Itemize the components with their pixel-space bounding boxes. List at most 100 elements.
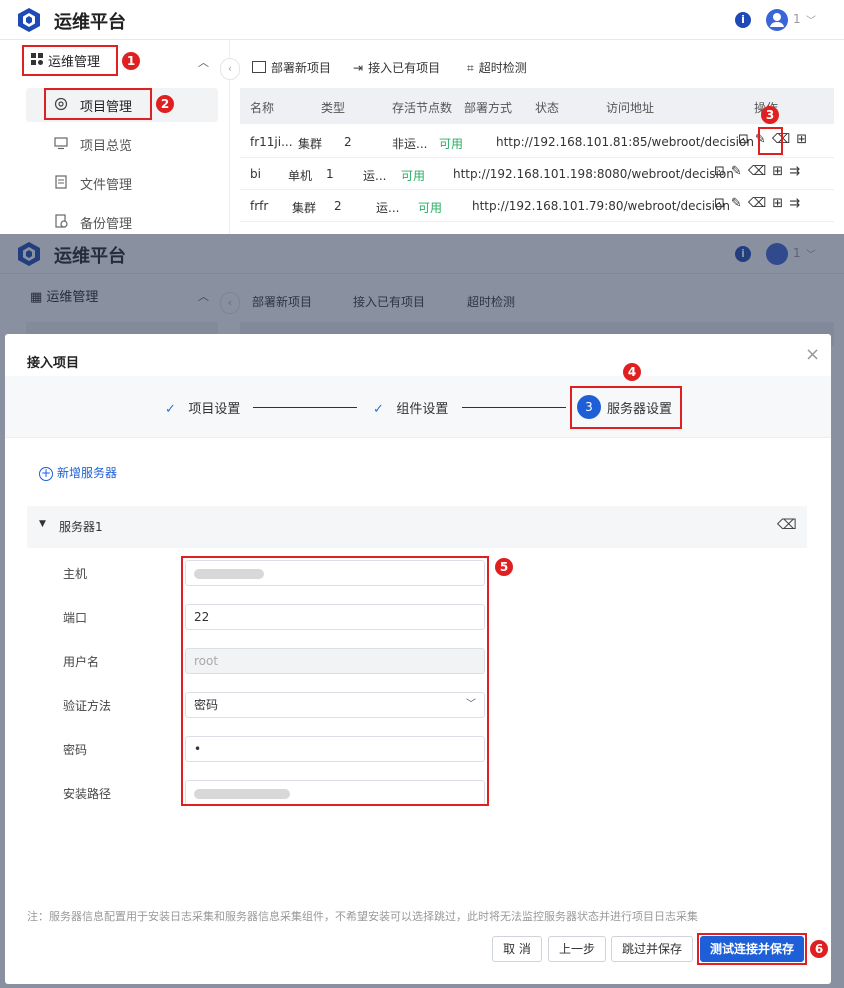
- caret-down-icon[interactable]: ▼: [39, 519, 46, 529]
- cell-type: 单机: [288, 169, 313, 183]
- cell-status: 可用: [439, 137, 464, 151]
- sidebar-item-overview[interactable]: 项目总览: [80, 135, 132, 154]
- highlight-box-4: [570, 386, 682, 429]
- cell-name[interactable]: bi: [250, 167, 261, 181]
- delete-icon[interactable]: ⌫: [748, 164, 772, 179]
- col-deploy: 部署方式: [464, 101, 513, 115]
- view-icon[interactable]: ⊡: [714, 164, 731, 179]
- edit-icon[interactable]: ✎: [731, 196, 748, 211]
- view-icon[interactable]: ⊡: [738, 132, 755, 147]
- backup-icon: [54, 214, 68, 228]
- cell-deploy: 非运...: [392, 137, 428, 151]
- table-row: fr11ji... 集群 2 非运... 可用 http://192.168.1…: [240, 126, 834, 158]
- step-badge-3: 3: [761, 106, 779, 124]
- cell-url[interactable]: http://192.168.101.198:8080/webroot/deci…: [453, 167, 734, 181]
- cancel-button[interactable]: 取 消: [492, 936, 542, 962]
- top-bar: 运维平台 i 1 ﹀: [0, 0, 844, 40]
- cell-type: 集群: [298, 137, 323, 151]
- cell-deploy: 运...: [363, 169, 387, 183]
- username-label: 用户名: [63, 655, 100, 669]
- highlight-box-5: [181, 556, 489, 806]
- cluster-icon[interactable]: ⊞: [772, 164, 789, 179]
- port-label: 端口: [63, 611, 88, 625]
- highlight-box-6: [697, 933, 807, 965]
- step-badge-6: 6: [810, 940, 828, 958]
- host-label: 主机: [63, 567, 88, 581]
- sidebar-item-backup[interactable]: 备份管理: [80, 213, 132, 232]
- user-number: 1: [793, 12, 801, 26]
- add-server-button[interactable]: + 新增服务器: [39, 464, 117, 481]
- highlight-box-3: [758, 127, 783, 155]
- sidebar-item-files[interactable]: 文件管理: [80, 174, 132, 193]
- check-icon: ✓: [165, 402, 176, 417]
- step-indicator: ✓ 项目设置 ✓ 组件设置 3 服务器设置: [5, 376, 831, 438]
- connect-icon: ⇥: [353, 61, 364, 75]
- export-icon[interactable]: ⇉: [789, 164, 806, 179]
- auth-method-label: 验证方法: [63, 699, 112, 713]
- plus-circle-icon: +: [39, 466, 53, 481]
- row-actions: ⊡✎⌫⊞⇉: [714, 196, 806, 211]
- table-header: 名称 类型 存活节点数 部署方式 状态 访问地址 操作: [240, 88, 834, 124]
- cell-name[interactable]: frfr: [250, 199, 268, 213]
- delete-icon[interactable]: ⌫: [748, 196, 772, 211]
- server-title: 服务器1: [59, 520, 103, 534]
- col-url: 访问地址: [606, 101, 655, 115]
- chevron-up-icon[interactable]: ︿: [198, 54, 209, 70]
- step-badge-1: 1: [122, 52, 140, 70]
- trash-icon[interactable]: ⌫: [777, 517, 797, 533]
- cluster-icon[interactable]: ⊞: [796, 132, 813, 147]
- step-project-settings[interactable]: ✓ 项目设置: [165, 398, 240, 417]
- chevron-down-icon[interactable]: ﹀: [806, 12, 816, 27]
- second-screenshot: 运维平台 i 1 ﹀ ▦ 运维管理 ︿ ‹ 部署新项目 接入已有项目 超时检测 …: [0, 234, 844, 988]
- col-nodes: 存活节点数: [392, 101, 453, 115]
- connect-project-dialog: 接入项目 × ✓ 项目设置 ✓ 组件设置 3 服务器设置 4 + 新增服务器 ▼ …: [5, 334, 831, 984]
- connect-existing-project-button[interactable]: ⇥ 接入已有项目: [353, 59, 440, 76]
- cell-name[interactable]: fr11ji...: [250, 135, 293, 149]
- col-type: 类型: [321, 101, 346, 115]
- col-name: 名称: [250, 101, 275, 115]
- prev-step-button[interactable]: 上一步: [548, 936, 606, 962]
- table-row: bi 单机 1 运... 可用 http://192.168.101.198:8…: [240, 158, 834, 190]
- step-badge-4: 4: [623, 363, 641, 381]
- avatar[interactable]: [766, 9, 788, 31]
- cell-status: 可用: [401, 169, 426, 183]
- step-connector: [462, 407, 566, 408]
- file-icon: [54, 175, 68, 189]
- highlight-box-1: [22, 45, 118, 76]
- highlight-box-2: [44, 88, 152, 120]
- skip-and-save-button[interactable]: 跳过并保存: [611, 936, 693, 962]
- user-icon: [770, 13, 784, 27]
- view-icon[interactable]: ⊡: [714, 196, 731, 211]
- info-icon[interactable]: i: [735, 12, 751, 28]
- table-row: frfr 集群 2 运... 可用 http://192.168.101.79:…: [240, 190, 834, 222]
- step-badge-5: 5: [495, 558, 513, 576]
- step-badge-2: 2: [156, 95, 174, 113]
- install-path-label: 安装路径: [63, 787, 112, 801]
- col-status: 状态: [535, 101, 560, 115]
- cluster-icon[interactable]: ⊞: [772, 196, 789, 211]
- cell-nodes: 2: [344, 135, 352, 149]
- footer-note: 注：服务器信息配置用于安装日志采集和服务器信息采集组件，不希望安装可以选择跳过，…: [27, 910, 698, 923]
- server-panel-header[interactable]: ▼ 服务器1 ⌫: [27, 506, 807, 548]
- step-component-settings[interactable]: ✓ 组件设置: [373, 398, 448, 417]
- scan-icon: ⌗: [467, 61, 474, 75]
- export-icon[interactable]: ⇉: [789, 196, 806, 211]
- cell-nodes: 2: [334, 199, 342, 213]
- cell-url[interactable]: http://192.168.101.79:80/webroot/decisio…: [472, 199, 730, 213]
- deploy-new-project-button[interactable]: 部署新项目: [252, 59, 331, 76]
- collapse-sidebar-button[interactable]: ‹: [220, 58, 240, 80]
- password-label: 密码: [63, 743, 88, 757]
- deploy-icon: [252, 61, 266, 73]
- check-icon: ✓: [373, 402, 384, 417]
- cell-url[interactable]: http://192.168.101.81:85/webroot/decisio…: [496, 135, 754, 149]
- cell-deploy: 运...: [376, 201, 400, 215]
- close-icon[interactable]: ×: [805, 344, 820, 365]
- timeout-check-button[interactable]: ⌗ 超时检测: [467, 59, 527, 76]
- edit-icon[interactable]: ✎: [731, 164, 748, 179]
- app-title: 运维平台: [54, 12, 126, 33]
- dialog-title: 接入项目: [27, 356, 80, 371]
- app-logo-icon: [18, 8, 40, 32]
- cell-type: 集群: [292, 201, 317, 215]
- monitor-icon: [54, 136, 68, 150]
- step-connector: [253, 407, 357, 408]
